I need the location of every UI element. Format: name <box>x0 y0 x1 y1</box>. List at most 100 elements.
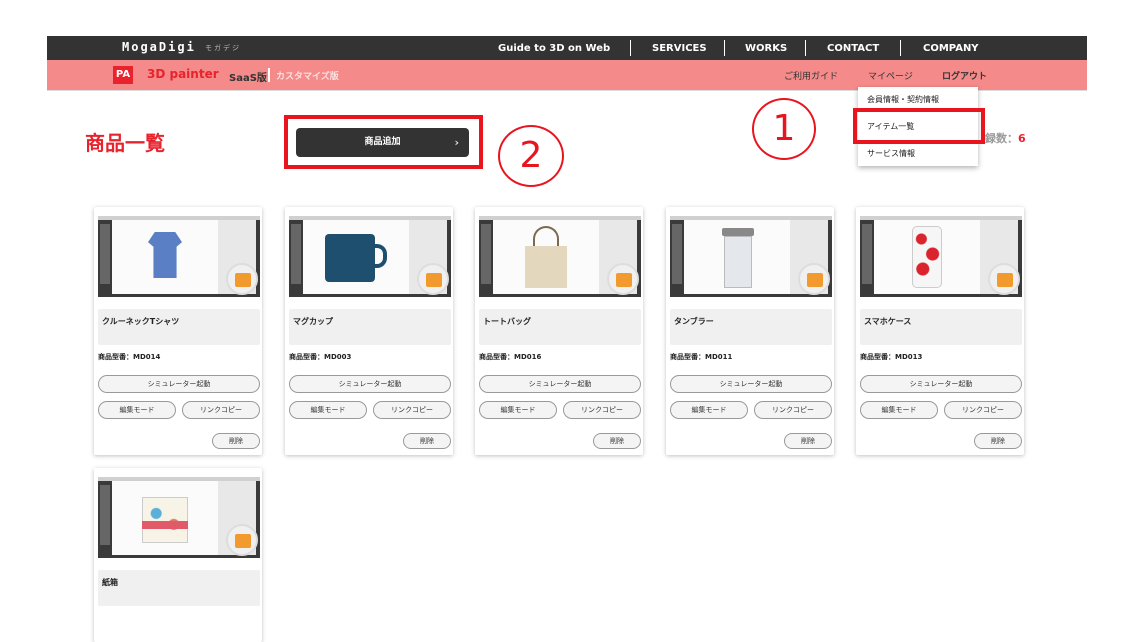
thumb-canvas <box>112 481 218 555</box>
tshirt-shape <box>148 232 182 278</box>
annotation-box-add <box>284 115 483 169</box>
launch-simulator-button[interactable]: シミュレーター起動 <box>289 375 451 393</box>
edit-mode-button[interactable]: 編集モード <box>289 401 367 419</box>
edit-mode-button[interactable]: 編集モード <box>479 401 557 419</box>
nav-works-label: WORKS <box>745 42 788 54</box>
launch-simulator-button[interactable]: シミュレーター起動 <box>98 375 260 393</box>
paper-box-shape <box>142 497 188 543</box>
3d-box-icon <box>417 263 449 295</box>
phone-case-shape <box>912 226 942 288</box>
usage-guide-link[interactable]: ご利用ガイド <box>784 69 838 82</box>
edition-divider <box>268 68 270 82</box>
item-count-value: 6 <box>1018 132 1026 145</box>
product-name-box: タンブラー <box>670 309 832 345</box>
product-thumbnail[interactable] <box>479 216 641 297</box>
item-count: 録数：6 <box>985 130 1026 146</box>
annotation-number-1: 1 <box>752 98 816 160</box>
thumb-canvas <box>112 220 218 294</box>
edition-saas: SaaS版 <box>229 73 267 84</box>
edit-mode-button[interactable]: 編集モード <box>670 401 748 419</box>
dropdown-service-info[interactable]: サービス情報 <box>867 148 915 159</box>
copy-link-button[interactable]: リンクコピー <box>373 401 451 419</box>
product-thumbnail[interactable] <box>860 216 1022 297</box>
copy-link-button[interactable]: リンクコピー <box>754 401 832 419</box>
nav-contact[interactable]: CONTACT <box>827 36 879 60</box>
nav-services[interactable]: SERVICES <box>652 36 707 60</box>
delete-button[interactable]: 削除 <box>212 433 260 449</box>
product-thumbnail[interactable] <box>670 216 832 297</box>
product-card: クルーネックTシャツ 商品型番：MD014 シミュレーター起動 編集モード リン… <box>94 207 262 455</box>
3d-box-icon <box>798 263 830 295</box>
3d-box-icon <box>226 263 258 295</box>
bag-handle <box>533 226 559 248</box>
delete-button[interactable]: 削除 <box>784 433 832 449</box>
product-card: スマホケース 商品型番：MD013 シミュレーター起動 編集モード リンクコピー… <box>856 207 1024 455</box>
delete-button[interactable]: 削除 <box>403 433 451 449</box>
product-code: 商品型番：MD013 <box>860 353 923 361</box>
edit-mode-button[interactable]: 編集モード <box>860 401 938 419</box>
product-name: クルーネックTシャツ <box>102 317 180 326</box>
site-logo-kana: モガデジ <box>205 44 241 52</box>
product-thumbnail[interactable] <box>289 216 451 297</box>
product-code: 商品型番：MD011 <box>670 353 733 361</box>
product-card: タンブラー 商品型番：MD011 シミュレーター起動 編集モード リンクコピー … <box>666 207 834 455</box>
tote-bag-shape <box>525 246 567 288</box>
product-card: 紙箱 <box>94 468 262 642</box>
thumb-canvas <box>303 220 409 294</box>
product-name-box: クルーネックTシャツ <box>98 309 260 345</box>
logout-link[interactable]: ログアウト <box>942 69 987 82</box>
product-thumbnail[interactable] <box>98 477 260 558</box>
page-title: 商品一覧 <box>85 131 165 155</box>
edition-custom[interactable]: カスタマイズ版 <box>276 69 339 82</box>
thumb-canvas <box>684 220 790 294</box>
copy-link-button[interactable]: リンクコピー <box>563 401 641 419</box>
launch-simulator-button[interactable]: シミュレーター起動 <box>670 375 832 393</box>
delete-button[interactable]: 削除 <box>593 433 641 449</box>
nav-divider <box>805 40 806 56</box>
box-ribbon <box>142 521 188 529</box>
thumb-sidebar <box>100 224 110 284</box>
nav-divider <box>900 40 901 56</box>
mug-handle <box>373 244 387 268</box>
delete-button[interactable]: 削除 <box>974 433 1022 449</box>
product-name-box: スマホケース <box>860 309 1022 345</box>
product-name: タンブラー <box>674 317 714 326</box>
launch-simulator-button[interactable]: シミュレーター起動 <box>479 375 641 393</box>
nav-company-label: COMPANY <box>923 42 979 54</box>
thumb-sidebar <box>100 485 110 545</box>
launch-simulator-button[interactable]: シミュレーター起動 <box>860 375 1022 393</box>
annotation-number-2: 2 <box>498 125 564 187</box>
edit-mode-button[interactable]: 編集モード <box>98 401 176 419</box>
nav-guide-3d-label: Guide to 3D on Web <box>498 42 611 54</box>
nav-guide-3d[interactable]: Guide to 3D on Web <box>498 36 610 60</box>
product-name: トートバッグ <box>483 317 531 326</box>
dropdown-member-info[interactable]: 会員情報・契約情報 <box>867 94 939 105</box>
product-thumbnail[interactable] <box>98 216 260 297</box>
product-code: 商品型番：MD003 <box>289 353 352 361</box>
product-name: スマホケース <box>864 317 912 326</box>
product-card: トートバッグ 商品型番：MD016 シミュレーター起動 編集モード リンクコピー… <box>475 207 643 455</box>
thumb-sidebar <box>862 224 872 284</box>
nav-services-label: SERVICES <box>652 42 707 54</box>
nav-divider <box>630 40 631 56</box>
product-code: 商品型番：MD014 <box>98 353 161 361</box>
nav-company[interactable]: COMPANY <box>923 36 979 60</box>
copy-link-button[interactable]: リンクコピー <box>182 401 260 419</box>
mypage-link[interactable]: マイページ <box>868 69 913 82</box>
product-name: 紙箱 <box>102 578 118 587</box>
item-count-label: 録数： <box>985 132 1018 145</box>
thumb-sidebar <box>672 224 682 284</box>
copy-link-button[interactable]: リンクコピー <box>944 401 1022 419</box>
thumb-sidebar <box>481 224 491 284</box>
site-logo[interactable]: MogaDigi <box>122 40 196 54</box>
product-name-box: マグカップ <box>289 309 451 345</box>
nav-works[interactable]: WORKS <box>745 36 787 60</box>
nav-divider <box>724 40 725 56</box>
product-bar: PA 3D painter SaaS版 カスタマイズ版 ご利用ガイド マイページ… <box>47 60 1087 90</box>
product-brand[interactable]: 3D painter <box>147 67 219 81</box>
top-navbar: MogaDigi モガデジ Guide to 3D on Web SERVICE… <box>47 36 1087 60</box>
annotation-box-item-list <box>853 108 985 144</box>
tumbler-shape <box>724 236 752 288</box>
product-name-box: 紙箱 <box>98 570 260 606</box>
thumb-canvas <box>493 220 599 294</box>
